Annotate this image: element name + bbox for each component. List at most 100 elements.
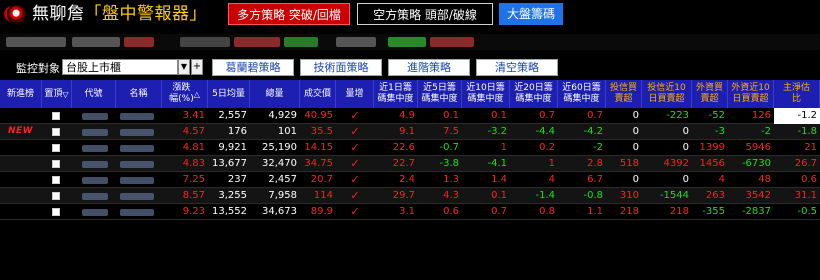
long-strategy-button[interactable]: 多方策略 突破/回檔 bbox=[228, 3, 350, 25]
column-header-ratio[interactable]: 主淨估 比 bbox=[774, 80, 820, 108]
column-header-c60[interactable]: 近60日籌 碼集中度 bbox=[558, 80, 606, 108]
column-header-chg[interactable]: 漲跌 幅(%) △ bbox=[162, 80, 208, 108]
cell-price: 89.9 bbox=[310, 206, 333, 217]
table-row[interactable]: 9.23 13,552 34,673 89.9 ✓ 3.1 0.6 0.7 0.8 1.1 218 2… bbox=[0, 204, 820, 220]
stock-name-blurred bbox=[120, 129, 154, 136]
cell-it10: -1544 bbox=[659, 190, 689, 201]
cell-vol: 34,673 bbox=[262, 206, 297, 217]
cell-vol: 4,929 bbox=[268, 110, 297, 121]
cell-c5: 0.6 bbox=[443, 206, 459, 217]
cell-fi10: -2 bbox=[761, 126, 771, 137]
table-row[interactable]: 8.57 3,255 7,958 114 ✓ 29.7 4.3 0.1 -1.4 -0.8 310 -… bbox=[0, 188, 820, 204]
pin-checkbox[interactable] bbox=[52, 128, 60, 136]
cell-price: 34.75 bbox=[304, 158, 333, 169]
plus-icon[interactable]: + bbox=[191, 59, 203, 75]
cell-price: 40.95 bbox=[304, 110, 333, 121]
stock-name-blurred bbox=[120, 193, 154, 200]
short-strategy-button[interactable]: 空方策略 頭部/破線 bbox=[357, 3, 493, 25]
cell-fi: 263 bbox=[705, 190, 725, 201]
cell-c1: 9.1 bbox=[399, 126, 415, 137]
cell-c60: 2.8 bbox=[587, 158, 603, 169]
cell-it: 0 bbox=[632, 126, 639, 137]
cell-vol: 32,470 bbox=[262, 158, 297, 169]
chevron-down-icon[interactable]: ▼ bbox=[178, 59, 190, 75]
stock-name-blurred bbox=[120, 113, 154, 120]
stock-name-blurred bbox=[120, 161, 154, 168]
cell-c1: 22.7 bbox=[392, 158, 415, 169]
column-header-vol5[interactable]: 5日均量 bbox=[208, 80, 250, 108]
cell-fi: -52 bbox=[708, 110, 725, 121]
stock-code-blurred bbox=[82, 193, 108, 200]
cell-it10: 0 bbox=[682, 174, 689, 185]
cell-c20: -1.4 bbox=[535, 190, 555, 201]
cell-c20: 1 bbox=[548, 158, 555, 169]
cell-price: 35.5 bbox=[310, 126, 333, 137]
pin-checkbox[interactable] bbox=[52, 176, 60, 184]
clear-strategy-button[interactable]: 清空策略 bbox=[476, 59, 558, 76]
cell-c1: 2.4 bbox=[399, 174, 415, 185]
table-row[interactable]: NEW 4.57 176 101 35.5 ✓ 9.1 7.5 -3.2 -4.4 -4.2 0 0 -3… bbox=[0, 124, 820, 140]
cell-c1: 22.6 bbox=[392, 142, 415, 153]
cell-c20: 0.2 bbox=[539, 142, 555, 153]
table-row[interactable]: 4.83 13,677 32,470 34.75 ✓ 22.7 -3.8 -4.1 1 2.8 51… bbox=[0, 156, 820, 172]
ticker-blur bbox=[124, 37, 154, 47]
column-header-it10[interactable]: 投信近10 日買賣超 bbox=[642, 80, 692, 108]
cell-ratio: 26.7 bbox=[794, 158, 817, 169]
monitor-label: 監控對象 bbox=[16, 62, 60, 75]
cell-c1: 29.7 bbox=[392, 190, 415, 201]
pin-checkbox[interactable] bbox=[52, 112, 60, 120]
sort-icon[interactable]: △ bbox=[194, 89, 200, 100]
cell-vol5: 176 bbox=[227, 126, 247, 137]
column-header-it[interactable]: 投信買 賣超 bbox=[606, 80, 642, 108]
stock-code-blurred bbox=[82, 113, 108, 120]
table-row[interactable]: 3.41 2,557 4,929 40.95 ✓ 4.9 0.1 0.1 0.7 0.7 0 -223… bbox=[0, 108, 820, 124]
column-header-name[interactable]: 名稱 bbox=[116, 80, 162, 108]
cell-vol: 101 bbox=[277, 126, 297, 137]
column-header-c1[interactable]: 近1日籌 碼集中度 bbox=[374, 80, 418, 108]
technical-strategy-button[interactable]: 技術面策略 bbox=[300, 59, 382, 76]
column-header-inc[interactable]: 量增 bbox=[336, 80, 374, 108]
cell-ratio: -1.2 bbox=[774, 108, 820, 124]
market-chips-button[interactable]: 大盤籌碼 bbox=[499, 3, 563, 25]
cell-fi: -3 bbox=[715, 126, 725, 137]
ticker-blur bbox=[430, 37, 474, 47]
column-header-fi10[interactable]: 外資近10 日買賣超 bbox=[728, 80, 774, 108]
app-title-quote: 「盤中警報器」 bbox=[84, 4, 207, 24]
cell-c5: -3.8 bbox=[439, 158, 459, 169]
pin-checkbox[interactable] bbox=[52, 208, 60, 216]
column-header-fi[interactable]: 外資買 賣超 bbox=[692, 80, 728, 108]
granville-strategy-button[interactable]: 葛蘭碧策略 bbox=[212, 59, 294, 76]
table-row[interactable]: 4.81 9,921 25,190 14.15 ✓ 22.6 -0.7 1 0.2 -2 0 0 139… bbox=[0, 140, 820, 156]
cell-vol: 7,958 bbox=[268, 190, 297, 201]
pin-checkbox[interactable] bbox=[52, 160, 60, 168]
cell-ratio: 31.1 bbox=[794, 190, 817, 201]
column-header-c20[interactable]: 近20日籌 碼集中度 bbox=[510, 80, 558, 108]
cell-it: 218 bbox=[619, 206, 639, 217]
cell-fi10: 48 bbox=[758, 174, 771, 185]
column-header-new[interactable]: 新進榜 bbox=[0, 80, 42, 108]
check-icon: ✓ bbox=[350, 125, 360, 138]
sort-icon[interactable]: ▽ bbox=[62, 89, 68, 100]
column-header-pin[interactable]: 置頂 ▽ bbox=[42, 80, 72, 108]
cell-c10: 0.7 bbox=[491, 206, 507, 217]
column-header-vol[interactable]: 總量 bbox=[250, 80, 300, 108]
cell-c5: 0.1 bbox=[443, 110, 459, 121]
pin-checkbox[interactable] bbox=[52, 192, 60, 200]
column-header-c10[interactable]: 近10日籌 碼集中度 bbox=[462, 80, 510, 108]
column-header-c5[interactable]: 近5日籌 碼集中度 bbox=[418, 80, 462, 108]
cell-c60: 6.7 bbox=[587, 174, 603, 185]
column-header-price[interactable]: 成交價 bbox=[300, 80, 336, 108]
cell-ratio: -0.5 bbox=[797, 206, 817, 217]
advanced-strategy-button[interactable]: 進階策略 bbox=[388, 59, 470, 76]
table-row[interactable]: 7.25 237 2,457 20.7 ✓ 2.4 1.3 1.4 4 6.7 0 0 4 48 0.6 bbox=[0, 172, 820, 188]
cell-vol5: 9,921 bbox=[218, 142, 247, 153]
cell-c60: -0.8 bbox=[583, 190, 603, 201]
cell-vol5: 13,677 bbox=[212, 158, 247, 169]
ticker-strip bbox=[0, 34, 820, 50]
cell-c20: -4.4 bbox=[535, 126, 555, 137]
column-header-code[interactable]: 代號 bbox=[72, 80, 116, 108]
cell-vol: 2,457 bbox=[268, 174, 297, 185]
cell-c10: 0.1 bbox=[491, 110, 507, 121]
pin-checkbox[interactable] bbox=[52, 144, 60, 152]
monitor-select[interactable]: 台股上市櫃 bbox=[62, 59, 178, 75]
